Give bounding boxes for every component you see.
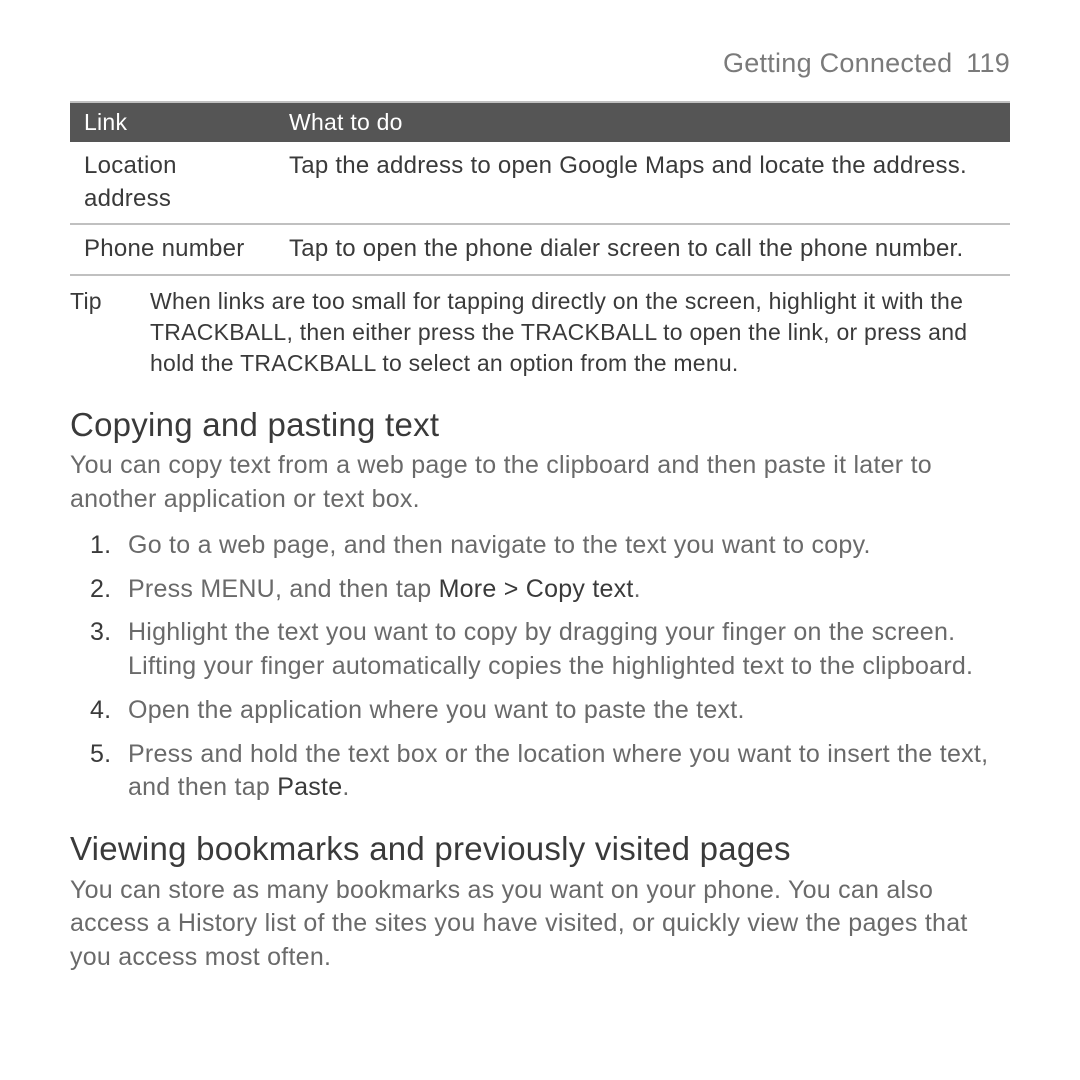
page-number: 119	[966, 48, 1010, 78]
section-title: Copying and pasting text	[70, 403, 1010, 448]
section-title: Viewing bookmarks and previously visited…	[70, 827, 1010, 872]
step-text: Press MENU, and then tap	[128, 575, 439, 603]
table-row: Phone number Tap to open the phone diale…	[70, 224, 1010, 274]
tip-label: Tip	[70, 286, 150, 379]
step-text: .	[634, 575, 641, 603]
cell-link-type: Location address	[70, 142, 275, 224]
list-item: Press MENU, and then tap More > Copy tex…	[118, 573, 1010, 607]
cell-action: Tap the address to open Google Maps and …	[275, 142, 1010, 224]
step-text: .	[342, 773, 349, 801]
cell-link-type: Phone number	[70, 224, 275, 274]
tip-body: When links are too small for tapping dir…	[150, 286, 1010, 379]
steps-list: Go to a web page, and then navigate to t…	[70, 529, 1010, 805]
table-header-action: What to do	[275, 102, 1010, 142]
step-text-emph: More > Copy text	[439, 575, 634, 603]
table-row: Location address Tap the address to open…	[70, 142, 1010, 224]
tip-block: Tip When links are too small for tapping…	[70, 286, 1010, 379]
step-text: Go to a web page, and then navigate to t…	[128, 531, 871, 559]
step-text: Highlight the text you want to copy by d…	[128, 618, 973, 680]
chapter-name: Getting Connected	[723, 48, 952, 78]
section-bookmarks: Viewing bookmarks and previously visited…	[70, 827, 1010, 975]
table-header-link: Link	[70, 102, 275, 142]
step-text-emph: Paste	[277, 773, 342, 801]
list-item: Go to a web page, and then navigate to t…	[118, 529, 1010, 563]
section-intro: You can copy text from a web page to the…	[70, 449, 1010, 517]
link-reference-table: Link What to do Location address Tap the…	[70, 101, 1010, 275]
page-header: Getting Connected 119	[70, 45, 1010, 81]
step-text: Open the application where you want to p…	[128, 696, 745, 724]
cell-action: Tap to open the phone dialer screen to c…	[275, 224, 1010, 274]
table-header-row: Link What to do	[70, 102, 1010, 142]
list-item: Press and hold the text box or the locat…	[118, 738, 1010, 806]
section-intro: You can store as many bookmarks as you w…	[70, 874, 1010, 975]
section-copy-paste: Copying and pasting text You can copy te…	[70, 403, 1010, 805]
list-item: Open the application where you want to p…	[118, 694, 1010, 728]
step-text: Press and hold the text box or the locat…	[128, 740, 988, 802]
list-item: Highlight the text you want to copy by d…	[118, 616, 1010, 684]
